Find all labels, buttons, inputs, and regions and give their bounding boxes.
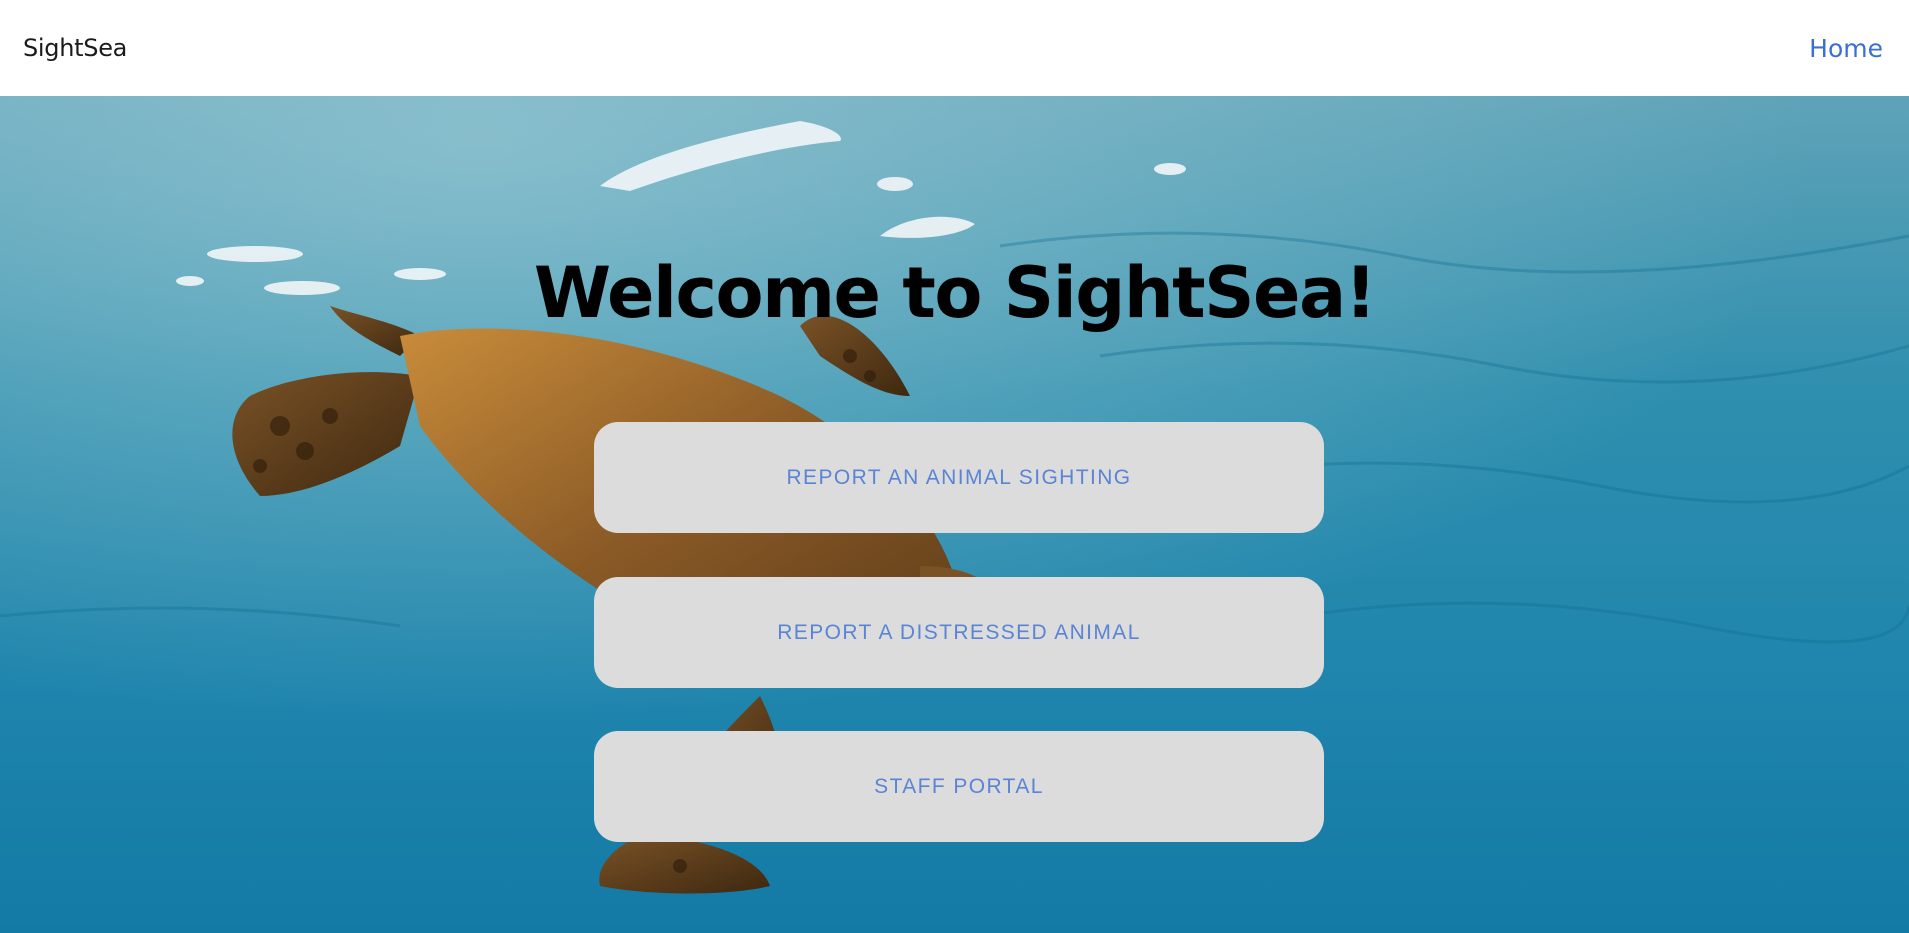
navbar: SightSea Home xyxy=(0,0,1909,96)
nav-link-home[interactable]: Home xyxy=(1809,34,1883,63)
hero-section: Welcome to SightSea! REPORT AN ANIMAL SI… xyxy=(0,96,1909,933)
report-distressed-animal-button[interactable]: REPORT A DISTRESSED ANIMAL xyxy=(594,577,1324,688)
report-sighting-button[interactable]: REPORT AN ANIMAL SIGHTING xyxy=(594,422,1324,533)
staff-portal-button[interactable]: STAFF PORTAL xyxy=(594,731,1324,842)
hero-title: Welcome to SightSea! xyxy=(533,252,1377,334)
brand-logo-link[interactable]: SightSea xyxy=(23,34,127,62)
